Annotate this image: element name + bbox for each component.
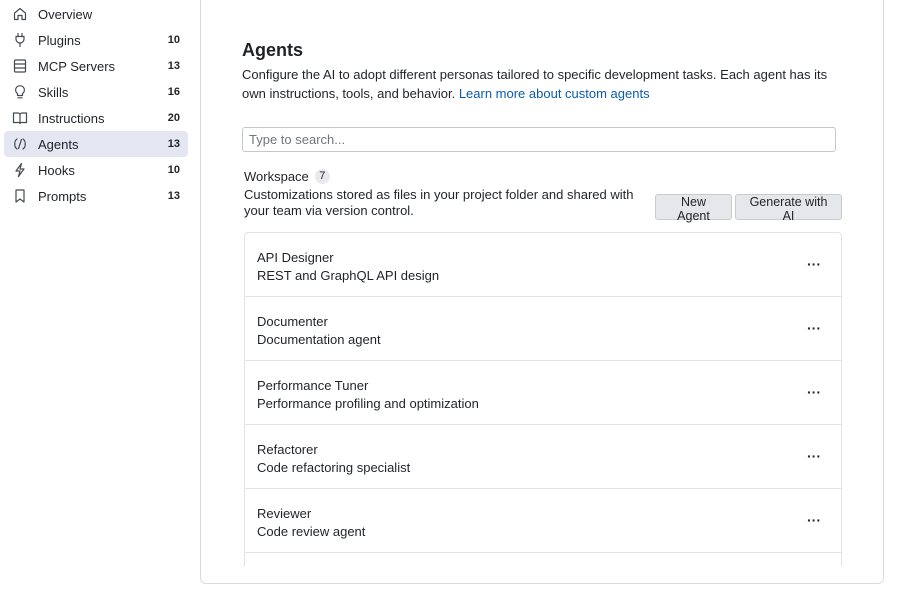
more-actions-icon[interactable]: ··· [805, 383, 823, 401]
sidebar-item-hooks[interactable]: Hooks 10 [4, 157, 188, 183]
sidebar-item-label: Prompts [38, 188, 87, 204]
agent-row-documenter[interactable]: Documenter Documentation agent ··· [245, 297, 841, 361]
home-icon [12, 6, 28, 22]
generate-with-ai-button[interactable]: Generate with AI [735, 194, 842, 223]
agent-row-reviewer[interactable]: Reviewer Code review agent ··· [245, 489, 841, 553]
sidebar-item-count: 20 [167, 112, 180, 124]
sidebar-item-mcp-servers[interactable]: MCP Servers 13 [4, 53, 188, 79]
sidebar-item-count: 10 [167, 34, 180, 46]
more-actions-icon[interactable]: ··· [805, 511, 823, 529]
workspace-count-badge: 7 [314, 169, 330, 184]
agent-description: Performance profiling and optimization [257, 396, 479, 411]
server-icon [12, 58, 28, 74]
sidebar-item-label: Hooks [38, 162, 75, 178]
agent-name: API Designer [257, 250, 334, 265]
workspace-header: Workspace 7 [244, 169, 330, 184]
sidebar-item-label: Instructions [38, 110, 105, 126]
sidebar-item-count: 13 [167, 60, 180, 72]
search-input[interactable] [242, 127, 836, 152]
workspace-description: Customizations stored as files in your p… [244, 187, 634, 218]
workspace-title: Workspace [244, 169, 309, 184]
learn-more-link[interactable]: Learn more about custom agents [459, 86, 650, 101]
sidebar-item-instructions[interactable]: Instructions 20 [4, 105, 188, 131]
sidebar-item-label: Overview [38, 6, 93, 22]
bookmark-icon [12, 188, 28, 204]
more-actions-icon[interactable]: ··· [805, 319, 823, 337]
agent-description: Documentation agent [257, 332, 381, 347]
sidebar-item-prompts[interactable]: Prompts 13 [4, 183, 188, 209]
agent-row-refactorer[interactable]: Refactorer Code refactoring specialist ·… [245, 425, 841, 489]
agent-name: Documenter [257, 314, 328, 329]
agent-description: Code review agent [257, 524, 366, 539]
page-title: Agents [242, 40, 304, 60]
agent-name: Refactorer [257, 442, 318, 457]
agent-name: Performance Tuner [257, 378, 369, 393]
page-description: Configure the AI to adopt different pers… [242, 65, 842, 103]
sidebar-item-label: MCP Servers [38, 58, 116, 74]
more-actions-icon[interactable]: ··· [805, 255, 823, 273]
sidebar-item-count: 13 [167, 138, 180, 150]
sidebar-item-plugins[interactable]: Plugins 10 [4, 27, 188, 53]
agent-list: API Designer REST and GraphQL API design… [244, 232, 842, 583]
sidebar: Overview Plugins 10 MCP Servers 13 Skill… [0, 0, 192, 600]
lightning-icon [12, 162, 28, 178]
sidebar-item-count: 13 [167, 190, 180, 202]
more-actions-icon[interactable]: ··· [805, 447, 823, 465]
agent-description: REST and GraphQL API design [257, 268, 440, 283]
scroll-clip [201, 566, 883, 583]
sidebar-item-count: 10 [167, 164, 180, 176]
main-panel: Agents Configure the AI to adopt differe… [200, 0, 884, 584]
sidebar-item-skills[interactable]: Skills 16 [4, 79, 188, 105]
sidebar-item-agents[interactable]: Agents 13 [4, 131, 188, 157]
agent-row-performance-tuner[interactable]: Performance Tuner Performance profiling … [245, 361, 841, 425]
lightbulb-icon [12, 84, 28, 100]
agent-icon [12, 136, 28, 152]
sidebar-item-label: Skills [38, 84, 69, 100]
sidebar-item-label: Plugins [38, 32, 81, 48]
agent-name: Reviewer [257, 506, 312, 521]
agent-description: Code refactoring specialist [257, 460, 411, 475]
app-root: Overview Plugins 10 MCP Servers 13 Skill… [0, 0, 900, 600]
plug-icon [12, 32, 28, 48]
book-icon [12, 110, 28, 126]
sidebar-item-count: 16 [167, 86, 180, 98]
sidebar-item-overview[interactable]: Overview [4, 1, 188, 27]
agent-row-api-designer[interactable]: API Designer REST and GraphQL API design… [245, 233, 841, 297]
sidebar-item-label: Agents [38, 136, 79, 152]
new-agent-button[interactable]: New Agent [655, 194, 732, 223]
